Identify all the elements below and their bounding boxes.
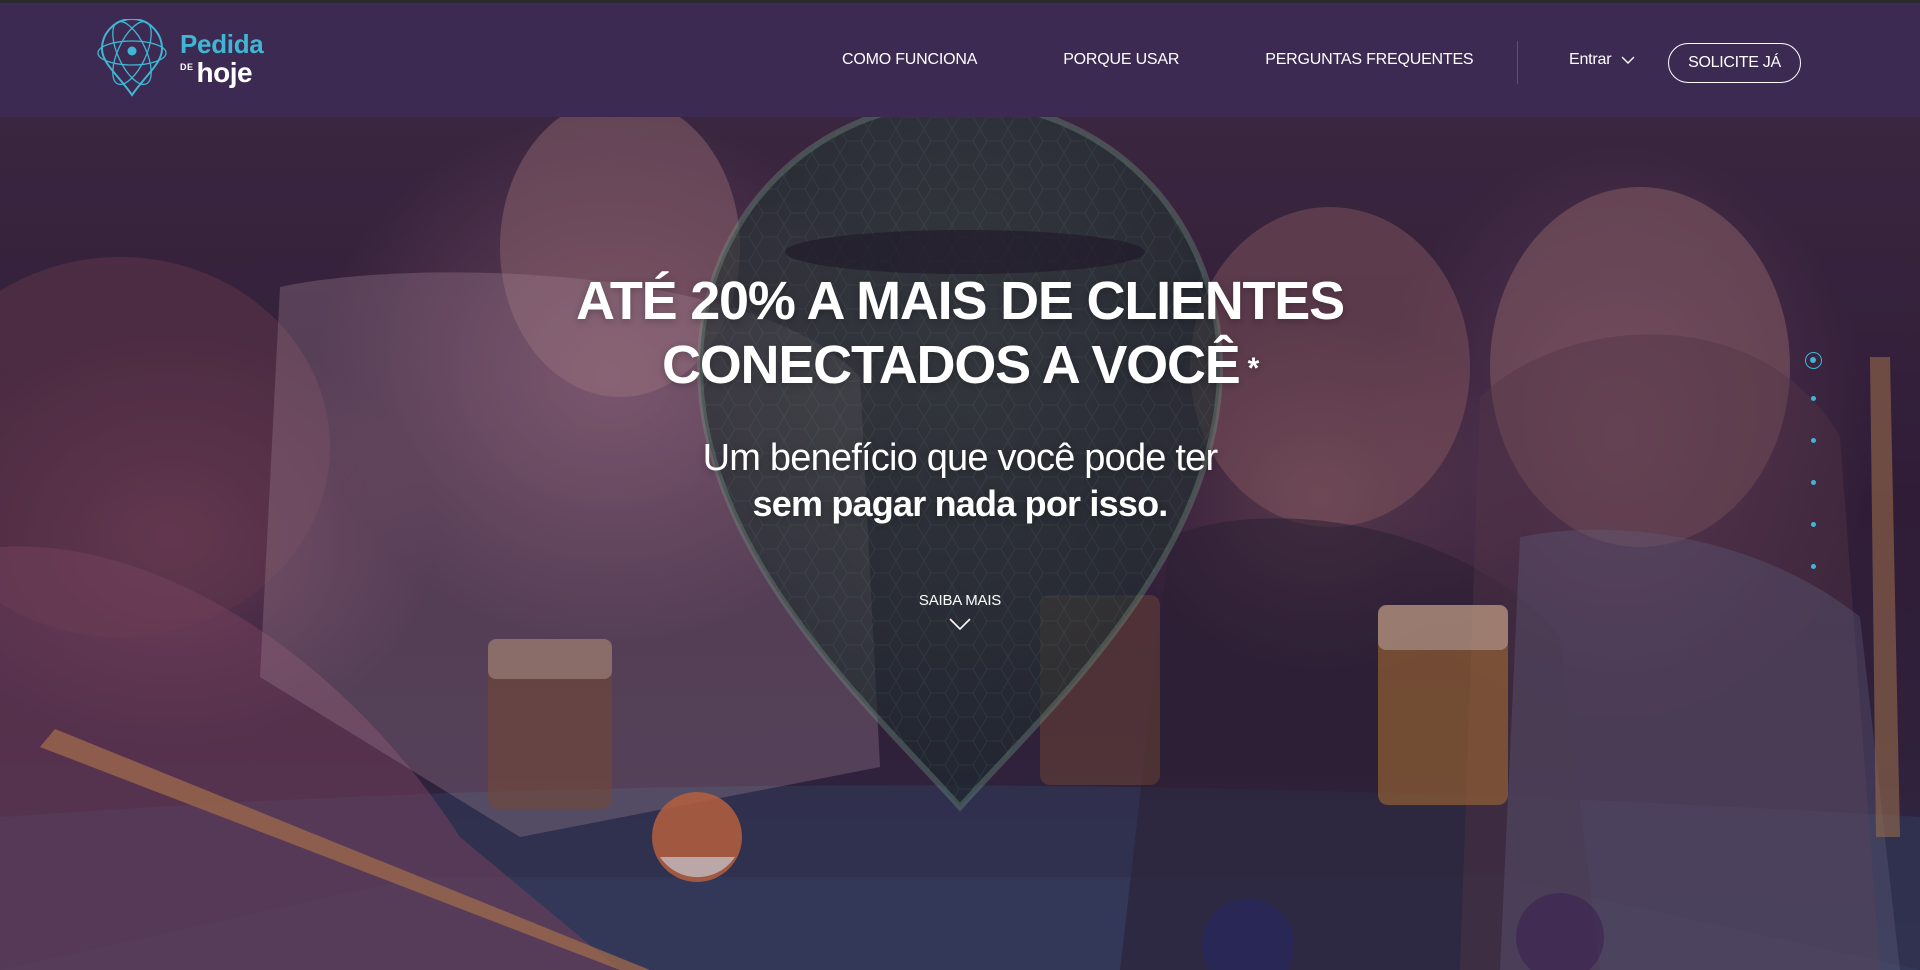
map-pin-globe-icon (97, 19, 167, 97)
headline-line-2: CONECTADOS A VOCÊ (661, 335, 1241, 395)
brand-name-line1: Pedida (180, 29, 264, 59)
slide-dot-3[interactable] (1811, 438, 1816, 443)
chevron-down-icon (1621, 56, 1635, 64)
slide-dot-6[interactable] (1811, 564, 1816, 569)
brand-name-line2: hoje (196, 57, 253, 88)
main-nav: COMO FUNCIONA PORQUE USAR PERGUNTAS FREQ… (842, 51, 1474, 69)
headline-footnote-mark: * (1247, 352, 1260, 385)
top-navbar: Pedida DE hoje COMO FUNCIONA PORQUE USAR… (0, 0, 1920, 117)
landing-page: Pedida DE hoje COMO FUNCIONA PORQUE USAR… (0, 0, 1920, 970)
hero-subheadline: Um benefício que você pode ter sem pagar… (0, 435, 1920, 527)
brand-name-de: DE (180, 62, 194, 72)
saiba-mais-label: SAIBA MAIS (918, 592, 1002, 609)
chevron-down-icon (949, 618, 971, 631)
nav-link-perguntas-frequentes[interactable]: PERGUNTAS FREQUENTES (1265, 51, 1473, 69)
hero-headline: ATÉ 20% A MAIS DE CLIENTES CONECTADOS A … (0, 269, 1920, 397)
login-label: Entrar (1569, 51, 1612, 68)
nav-divider (1517, 41, 1518, 84)
subheadline-line-1: Um benefício que você pode ter (702, 437, 1218, 479)
solicite-ja-button[interactable]: SOLICITE JÁ (1668, 43, 1801, 83)
slide-dot-4[interactable] (1811, 480, 1816, 485)
slide-dot-2[interactable] (1811, 396, 1816, 401)
saiba-mais-link[interactable]: SAIBA MAIS (910, 592, 1010, 631)
nav-link-como-funciona[interactable]: COMO FUNCIONA (842, 51, 977, 69)
headline-line-1: ATÉ 20% A MAIS DE CLIENTES (576, 271, 1345, 331)
slide-indicator (1800, 352, 1828, 572)
login-dropdown[interactable]: Entrar (1569, 51, 1635, 69)
nav-link-porque-usar[interactable]: PORQUE USAR (1063, 51, 1179, 69)
subheadline-line-2: sem pagar nada por isso. (752, 483, 1169, 524)
slide-dot-1-active[interactable] (1805, 352, 1822, 369)
hero-section: ATÉ 20% A MAIS DE CLIENTES CONECTADOS A … (0, 117, 1920, 970)
slide-dot-5[interactable] (1811, 522, 1816, 527)
brand-logo[interactable]: Pedida DE hoje (94, 19, 274, 99)
